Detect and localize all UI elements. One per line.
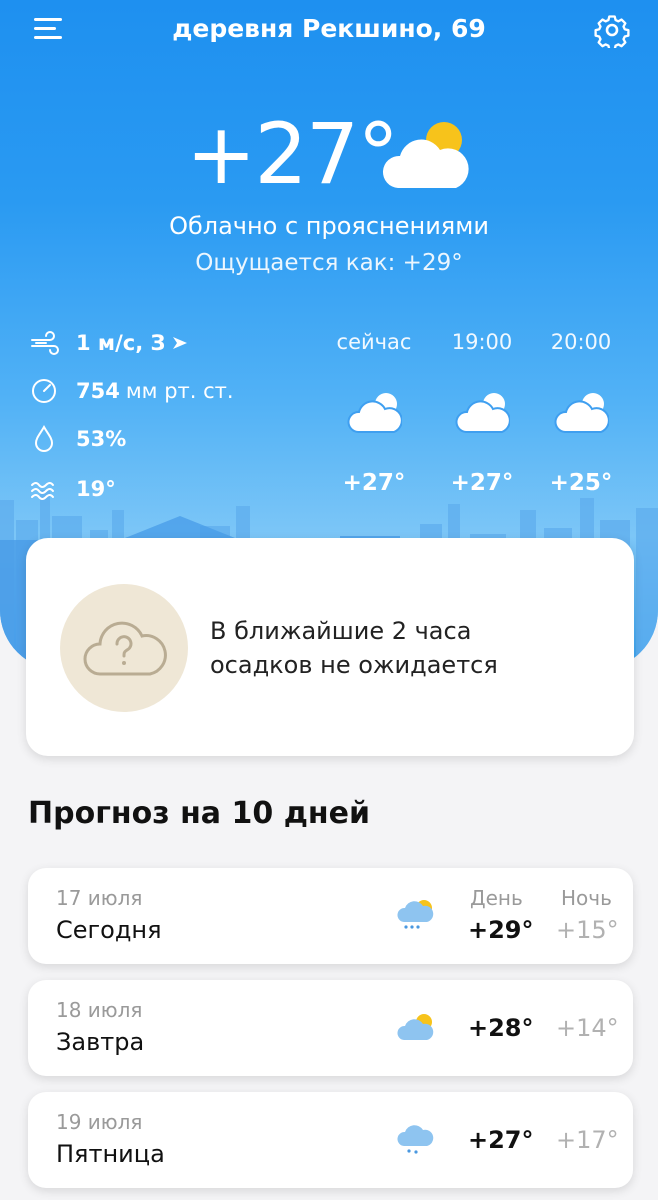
humidity-value: 53% [76,427,127,451]
forecast-day-row[interactable]: 19 июля Пятница +27° +17° [28,1092,633,1188]
nowcast-line-2: осадков не ожидается [210,651,498,679]
forecast-day-name: Сегодня [56,916,162,944]
pressure-unit: мм рт. ст. [125,379,234,403]
current-temperature: +27° [186,105,399,203]
day-column-label: День [470,886,523,910]
hourly-item[interactable]: 20:00 +25° [531,330,631,496]
forecast-date: 19 июля [56,1110,143,1134]
hourly-time: 19:00 [451,330,513,354]
hourly-temp: +27° [450,470,514,496]
condition-text: Облачно с прояснениями [169,212,489,240]
forecast-title: Прогноз на 10 дней [28,796,371,831]
hourly-temp: +25° [549,470,613,496]
forecast-day-row[interactable]: 18 июля Завтра +28° +14° [28,980,633,1076]
wind-icon [31,331,59,355]
cloud-rain-icon [397,1125,434,1154]
cloud-question-icon [83,621,167,676]
sun-cloud-rain-icon [397,900,434,929]
forecast-date: 17 июля [56,886,143,910]
hourly-time: сейчас [336,330,412,354]
water-temp-row: 19° [30,474,116,504]
partly-cloudy-icon [554,393,609,433]
forecast-date: 18 июля [56,998,143,1022]
location-title[interactable]: деревня Рекшино, 69 [0,14,658,43]
hourly-item[interactable]: сейчас +27° [324,330,424,496]
wind-row: 1 м/с, З [30,328,189,358]
water-waves-icon [31,482,54,500]
feels-like-text: Ощущается как: +29° [195,250,463,276]
pressure-value: 754 [76,379,120,403]
forecast-night-temp: +14° [556,1014,619,1042]
hourly-time: 20:00 [550,330,612,354]
nowcast-line-1: В ближайшие 2 часа [210,617,472,645]
forecast-day-row[interactable]: 17 июля Сегодня День Ночь +29° +15° [28,868,633,964]
forecast-day-temp: +27° [468,1126,534,1154]
humidity-row: 53% [30,424,126,454]
forecast-day-name: Пятница [56,1140,165,1168]
humidity-drop-icon [34,424,54,452]
night-column-label: Ночь [561,886,612,910]
hourly-item[interactable]: 19:00 +27° [432,330,532,496]
forecast-night-temp: +17° [556,1126,619,1154]
forecast-day-name: Завтра [56,1028,145,1056]
hourly-temp: +27° [342,470,406,496]
wind-value: 1 м/с, З [76,331,166,355]
water-temp-value: 19° [76,477,116,501]
partly-cloudy-icon [382,122,469,188]
pressure-gauge-icon [32,379,56,403]
nowcast-text: В ближайшие 2 часа осадков не ожидается [210,614,610,682]
partly-cloudy-icon [347,393,402,433]
forecast-night-temp: +15° [556,916,619,944]
partly-cloudy-icon [455,393,510,433]
forecast-day-temp: +29° [468,916,534,944]
precipitation-nowcast-card[interactable]: В ближайшие 2 часа осадков не ожидается [26,538,634,756]
nowcast-icon-circle [60,584,188,712]
settings-gear-icon[interactable] [594,12,630,48]
forecast-day-temp: +28° [468,1014,534,1042]
sun-cloud-icon [397,1014,434,1040]
wind-direction-icon [173,337,188,349]
pressure-row: 754 мм рт. ст. [30,376,234,406]
